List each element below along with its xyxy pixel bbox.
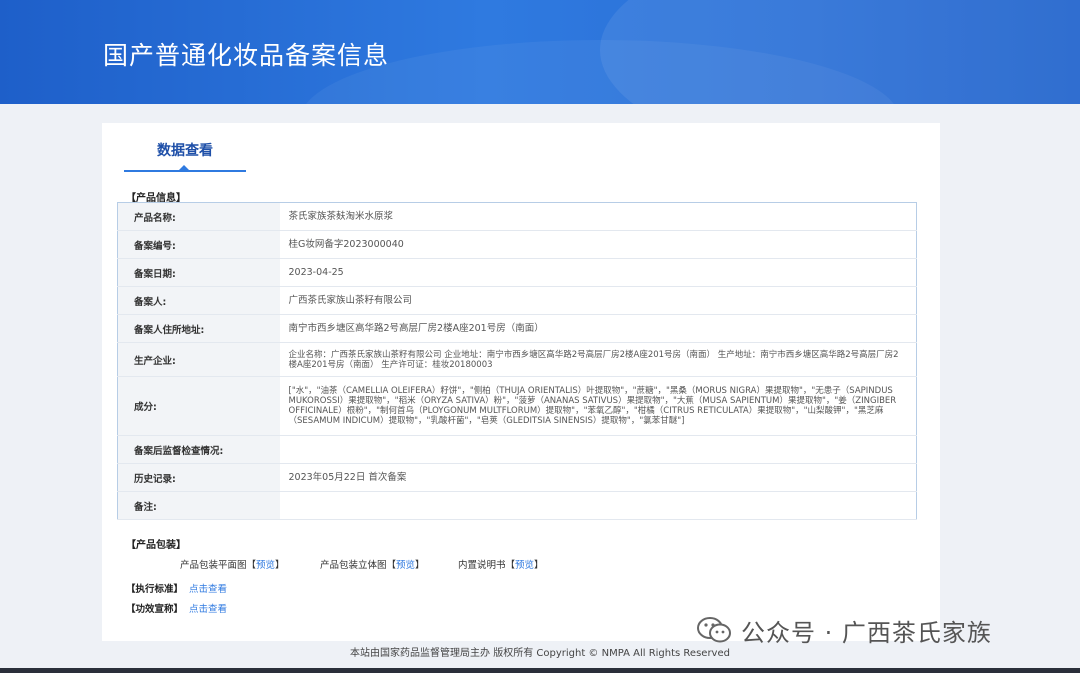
- row-value: 广西茶氏家族山茶籽有限公司: [279, 286, 917, 315]
- standard-view-link[interactable]: 点击查看: [189, 584, 227, 595]
- row-value: 南宁市西乡塘区高华路2号高层厂房2楼A座201号房（南面）: [279, 314, 917, 343]
- row-label: 生产企业:: [117, 342, 280, 377]
- table-row: 备案后监督检查情况:: [117, 435, 917, 464]
- tab-active-caret-icon: [179, 165, 189, 170]
- row-label: 成分:: [117, 376, 280, 436]
- preview-link-3d[interactable]: 预览: [396, 560, 415, 571]
- row-label: 备案后监督检查情况:: [117, 435, 280, 464]
- section-title-packaging: 【产品包装】: [126, 540, 186, 551]
- bracket-open: 【: [246, 560, 257, 571]
- row-label: 备案人:: [117, 286, 280, 315]
- efficacy-row: 【功效宣称】 点击查看: [126, 601, 227, 615]
- efficacy-view-link[interactable]: 点击查看: [189, 604, 227, 615]
- bracket-open: 【: [505, 560, 516, 571]
- packaging-item: 内置说明书【预览】: [458, 557, 544, 571]
- product-info-table: 产品名称: 茶氏家族茶麸淘米水原浆 备案编号: 桂G妆网备字2023000040…: [117, 202, 917, 520]
- row-value: [279, 491, 917, 520]
- row-label: 备案人住所地址:: [117, 314, 280, 343]
- watermark-text: 公众号 · 广西茶氏家族: [741, 618, 992, 647]
- watermark: 公众号 · 广西茶氏家族: [697, 614, 992, 647]
- bracket-open: 【: [386, 560, 397, 571]
- table-row: 备案人住所地址: 南宁市西乡塘区高华路2号高层厂房2楼A座201号房（南面）: [117, 314, 917, 343]
- table-row: 备案编号: 桂G妆网备字2023000040: [117, 230, 917, 259]
- row-value: 2023年05月22日 首次备案: [279, 463, 917, 492]
- bracket-close: 】: [415, 560, 425, 571]
- table-row: 备案人: 广西茶氏家族山茶籽有限公司: [117, 286, 917, 315]
- row-label: 产品名称:: [117, 202, 280, 231]
- tab-label: 数据查看: [157, 143, 213, 159]
- row-label: 历史记录:: [117, 463, 280, 492]
- bracket-close: 】: [534, 560, 544, 571]
- tab-bar: 数据查看: [124, 140, 934, 172]
- tab-data-view[interactable]: 数据查看: [124, 140, 246, 172]
- row-value: 2023-04-25: [279, 258, 917, 287]
- preview-link-manual[interactable]: 预览: [515, 560, 534, 571]
- row-value: 茶氏家族茶麸淘米水原浆: [279, 202, 917, 231]
- efficacy-title: 【功效宣称】: [126, 604, 184, 615]
- table-row: 历史记录: 2023年05月22日 首次备案: [117, 463, 917, 492]
- preview-link-flat[interactable]: 预览: [256, 560, 275, 571]
- row-label: 备案编号:: [117, 230, 280, 259]
- packaging-item-label: 内置说明书: [458, 560, 506, 571]
- bottom-bar: [0, 668, 1080, 673]
- packaging-item: 产品包装立体图【预览】: [320, 557, 425, 571]
- row-label: 备案日期:: [117, 258, 280, 287]
- packaging-item: 产品包装平面图【预览】: [180, 557, 285, 571]
- table-row: 备注:: [117, 491, 917, 520]
- row-value: ["水"，"油茶（CAMELLIA OLEIFERA）籽饼"，"侧柏（THUJA…: [279, 376, 917, 436]
- page-header: 国产普通化妆品备案信息: [0, 0, 1080, 104]
- table-row: 生产企业: 企业名称：广西茶氏家族山茶籽有限公司 企业地址：南宁市西乡塘区高华路…: [117, 342, 917, 377]
- packaging-item-label: 产品包装平面图: [180, 560, 247, 571]
- content-panel: 数据查看 【产品信息】 产品名称: 茶氏家族茶麸淘米水原浆 备案编号: 桂G妆网…: [102, 123, 940, 641]
- wechat-icon: [697, 617, 731, 643]
- table-row: 成分: ["水"，"油茶（CAMELLIA OLEIFERA）籽饼"，"侧柏（T…: [117, 376, 917, 436]
- page-footer: 本站由国家药品监督管理局主办 版权所有 Copyright © NMPA All…: [350, 648, 730, 659]
- page-title: 国产普通化妆品备案信息: [103, 41, 390, 70]
- table-row: 产品名称: 茶氏家族茶麸淘米水原浆: [117, 202, 917, 231]
- table-row: 备案日期: 2023-04-25: [117, 258, 917, 287]
- standard-row: 【执行标准】 点击查看: [126, 581, 227, 595]
- packaging-item-label: 产品包装立体图: [320, 560, 387, 571]
- row-value: 企业名称：广西茶氏家族山茶籽有限公司 企业地址：南宁市西乡塘区高华路2号高层厂房…: [279, 342, 917, 377]
- row-value: 桂G妆网备字2023000040: [279, 230, 917, 259]
- row-label: 备注:: [117, 491, 280, 520]
- standard-title: 【执行标准】: [126, 584, 184, 595]
- row-value: [279, 435, 917, 464]
- bracket-close: 】: [275, 560, 285, 571]
